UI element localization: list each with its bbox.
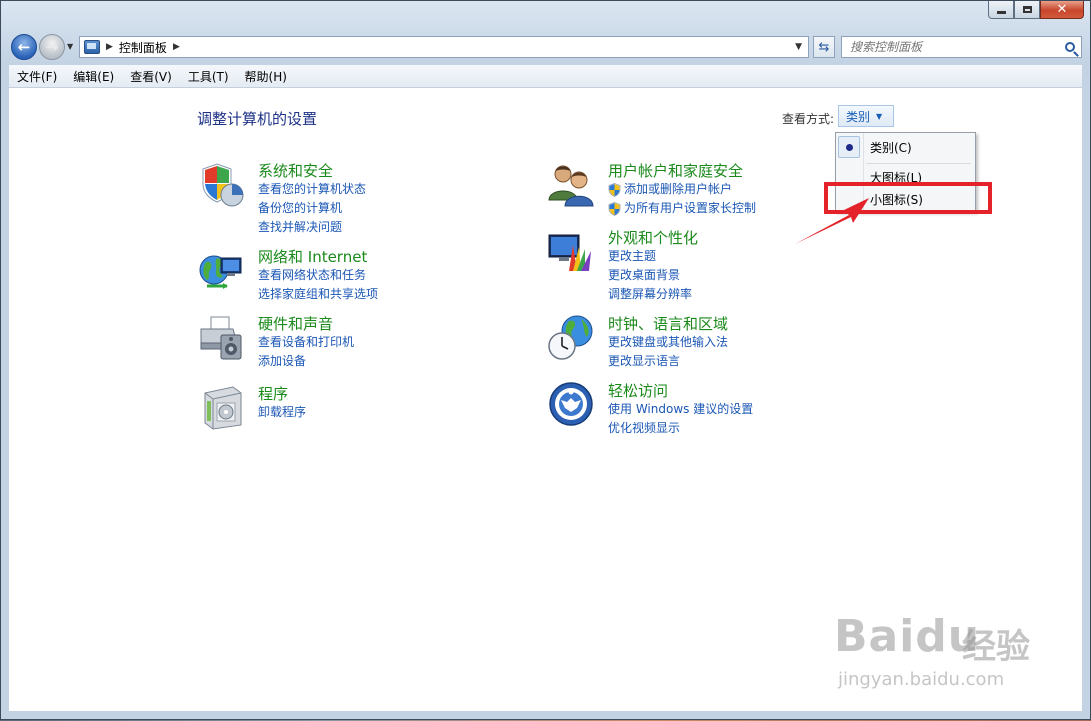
category-links: 查看您的计算机状态 备份您的计算机 查找并解决问题 bbox=[258, 180, 366, 237]
menu-item-category[interactable]: 类别(C) bbox=[870, 139, 912, 156]
category-user-accounts: 用户帐户和家庭安全 添加或删除用户帐户 为所有用户设置家长控制 bbox=[547, 160, 847, 216]
minimize-button[interactable] bbox=[988, 1, 1014, 19]
address-bar[interactable]: ▶ 控制面板 ▶ ▼ bbox=[79, 36, 809, 58]
category-title[interactable]: 系统和安全 bbox=[258, 160, 333, 181]
menu-file[interactable]: 文件(F) bbox=[9, 68, 65, 85]
chevron-down-icon: ▼ bbox=[876, 111, 883, 121]
forward-button[interactable]: → bbox=[39, 34, 65, 60]
category-link[interactable]: 备份您的计算机 bbox=[258, 199, 366, 218]
category-programs: 程序 卸载程序 bbox=[197, 383, 497, 431]
category-title[interactable]: 时钟、语言和区域 bbox=[608, 313, 728, 334]
monitor-palette-icon bbox=[548, 234, 591, 271]
category-link[interactable]: 调整屏幕分辨率 bbox=[608, 285, 692, 304]
category-links: 更改键盘或其他输入法 更改显示语言 bbox=[608, 333, 728, 371]
category-link-text: 为所有用户设置家长控制 bbox=[624, 201, 757, 215]
category-title[interactable]: 硬件和声音 bbox=[258, 313, 333, 334]
menu-edit[interactable]: 编辑(E) bbox=[65, 68, 122, 85]
refresh-icon: ⇆ bbox=[818, 39, 830, 55]
category-title[interactable]: 轻松访问 bbox=[608, 380, 668, 401]
breadcrumb-separator-icon[interactable]: ▶ bbox=[173, 42, 180, 52]
category-title[interactable]: 网络和 Internet bbox=[258, 246, 367, 267]
maximize-button[interactable] bbox=[1014, 1, 1040, 19]
category-link[interactable]: 优化视频显示 bbox=[608, 419, 753, 438]
baidu-watermark: Baidu 经验 jingyan.baidu.com bbox=[834, 601, 1044, 696]
clock-globe-icon bbox=[548, 315, 593, 360]
category-link-text: 添加或删除用户帐户 bbox=[624, 182, 733, 196]
breadcrumb-separator-icon[interactable]: ▶ bbox=[106, 42, 113, 52]
menu-bar: 文件(F) 编辑(E) 查看(V) 工具(T) 帮助(H) bbox=[9, 65, 1082, 88]
view-by-label: 查看方式: bbox=[782, 112, 835, 126]
window-caption-buttons: ✕ bbox=[988, 1, 1084, 21]
view-by-value: 类别 bbox=[846, 109, 871, 124]
close-icon: ✕ bbox=[1056, 2, 1068, 17]
category-link[interactable]: 查找并解决问题 bbox=[258, 218, 366, 237]
close-button[interactable]: ✕ bbox=[1040, 1, 1084, 19]
programs-box-icon bbox=[204, 386, 242, 430]
navigation-bar: ← → ▼ ▶ 控制面板 ▶ ▼ ⇆ bbox=[9, 33, 1082, 61]
refresh-button[interactable]: ⇆ bbox=[813, 36, 835, 58]
category-link[interactable]: 查看设备和打印机 bbox=[258, 333, 354, 352]
watermark-brand: Baidu bbox=[834, 611, 981, 662]
view-by-dropdown[interactable]: 类别 ▼ bbox=[838, 105, 894, 127]
uac-shield-icon bbox=[608, 201, 621, 216]
radio-selected-icon bbox=[846, 144, 853, 151]
category-link[interactable]: 为所有用户设置家长控制 bbox=[608, 199, 756, 218]
breadcrumb-control-panel[interactable]: 控制面板 bbox=[119, 39, 167, 56]
category-link[interactable]: 卸载程序 bbox=[258, 403, 306, 422]
minimize-icon bbox=[996, 11, 1006, 14]
category-links: 查看网络状态和任务 选择家庭组和共享选项 bbox=[258, 266, 378, 304]
watermark-brand-cn: 经验 bbox=[962, 627, 1030, 667]
menu-divider bbox=[866, 163, 971, 164]
category-hardware-sound: 硬件和声音 查看设备和打印机 添加设备 bbox=[197, 313, 497, 368]
search-input[interactable] bbox=[842, 39, 1052, 55]
menu-help[interactable]: 帮助(H) bbox=[237, 68, 295, 85]
category-network-internet: 网络和 Internet 查看网络状态和任务 选择家庭组和共享选项 bbox=[197, 246, 497, 301]
category-title[interactable]: 程序 bbox=[258, 383, 288, 404]
category-links: 卸载程序 bbox=[258, 403, 306, 422]
category-links: 更改主题 更改桌面背景 调整屏幕分辨率 bbox=[608, 247, 692, 304]
category-link[interactable]: 查看您的计算机状态 bbox=[258, 180, 366, 199]
control-panel-icon bbox=[84, 40, 100, 54]
highlight-annotation-box bbox=[824, 182, 992, 214]
category-link[interactable]: 更改桌面背景 bbox=[608, 266, 692, 285]
back-button[interactable]: ← bbox=[11, 34, 37, 60]
category-links: 查看设备和打印机 添加设备 bbox=[258, 333, 354, 371]
search-icon[interactable] bbox=[1065, 42, 1075, 52]
recent-pages-dropdown-icon[interactable]: ▼ bbox=[67, 42, 73, 51]
ease-of-access-icon bbox=[549, 382, 593, 426]
category-clock-language-region: 时钟、语言和区域 更改键盘或其他输入法 更改显示语言 bbox=[547, 313, 847, 368]
users-icon bbox=[548, 165, 594, 207]
page-title: 调整计算机的设置 bbox=[197, 110, 318, 128]
category-links: 使用 Windows 建议的设置 优化视频显示 bbox=[608, 400, 753, 438]
category-title[interactable]: 外观和个性化 bbox=[608, 227, 698, 248]
category-title[interactable]: 用户帐户和家庭安全 bbox=[608, 160, 743, 181]
forward-arrow-icon: → bbox=[45, 37, 59, 56]
maximize-icon bbox=[1022, 6, 1032, 13]
back-arrow-icon: ← bbox=[17, 37, 31, 56]
category-link[interactable]: 更改显示语言 bbox=[608, 352, 728, 371]
address-dropdown-icon[interactable]: ▼ bbox=[795, 42, 802, 52]
category-link[interactable]: 添加设备 bbox=[258, 352, 354, 371]
control-panel-window: ✕ ← → ▼ ▶ 控制面板 ▶ ▼ ⇆ 文件(F) 编辑(E) 查看(V) 工… bbox=[0, 0, 1091, 720]
category-system-security: 系统和安全 查看您的计算机状态 备份您的计算机 查找并解决问题 bbox=[197, 160, 497, 234]
uac-shield-icon bbox=[608, 182, 621, 197]
category-link[interactable]: 更改主题 bbox=[608, 247, 692, 266]
category-links: 添加或删除用户帐户 为所有用户设置家长控制 bbox=[608, 180, 756, 218]
category-ease-of-access: 轻松访问 使用 Windows 建议的设置 优化视频显示 bbox=[547, 380, 847, 435]
category-link[interactable]: 添加或删除用户帐户 bbox=[608, 180, 756, 199]
network-globe-icon bbox=[199, 255, 242, 289]
category-link[interactable]: 更改键盘或其他输入法 bbox=[608, 333, 728, 352]
search-box[interactable] bbox=[841, 36, 1082, 58]
category-appearance: 外观和个性化 更改主题 更改桌面背景 调整屏幕分辨率 bbox=[547, 227, 847, 301]
menu-tools[interactable]: 工具(T) bbox=[180, 68, 237, 85]
menu-view[interactable]: 查看(V) bbox=[122, 68, 180, 85]
shield-icon bbox=[202, 163, 244, 207]
category-link[interactable]: 查看网络状态和任务 bbox=[258, 266, 378, 285]
printer-speaker-icon bbox=[200, 316, 242, 360]
category-link[interactable]: 选择家庭组和共享选项 bbox=[258, 285, 378, 304]
watermark-url: jingyan.baidu.com bbox=[838, 669, 1005, 690]
category-link[interactable]: 使用 Windows 建议的设置 bbox=[608, 400, 753, 419]
